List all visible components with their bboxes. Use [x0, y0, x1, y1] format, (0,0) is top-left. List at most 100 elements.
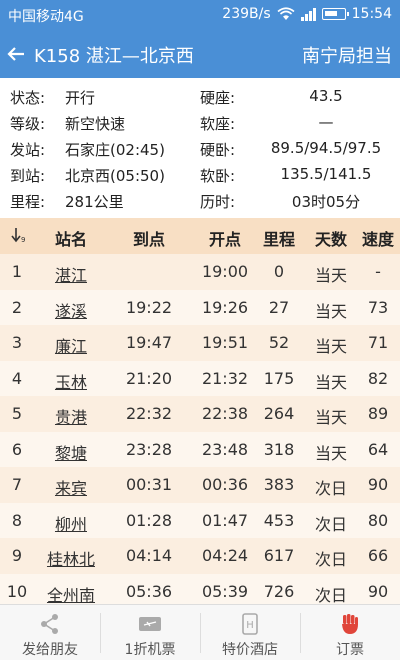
- table-row[interactable]: 1 湛江 19:00 0 当天 -: [0, 254, 400, 290]
- info-row: 状态: 开行 硬座: 43.5: [0, 84, 400, 108]
- col-speed: 速度: [361, 230, 394, 249]
- distance: 264: [263, 404, 295, 423]
- svg-text:9: 9: [21, 236, 25, 244]
- tab-booking[interactable]: 订票: [300, 605, 400, 660]
- table-row[interactable]: 3 廉江 19:47 19:51 52 当天 71: [0, 325, 400, 361]
- info-value: 北京西(05:50): [65, 167, 165, 185]
- station-link[interactable]: 玉林: [40, 369, 102, 393]
- day: 当天: [314, 301, 347, 321]
- distance: 726: [263, 581, 295, 601]
- page-title: K158 湛江—北京西: [34, 46, 194, 67]
- hotel-icon: H: [242, 613, 258, 635]
- row-index: 9: [11, 546, 23, 565]
- col-day: 天数: [314, 230, 347, 249]
- speed: 66: [367, 546, 389, 565]
- table-row[interactable]: 2 遂溪 19:22 19:26 27 当天 73: [0, 289, 400, 325]
- info-row: 到站: 北京西(05:50) 软卧: 135.5/141.5: [0, 162, 400, 186]
- day: 次日: [314, 585, 347, 605]
- col-arrive: 到点: [132, 230, 165, 249]
- network-speed: 239B/s: [222, 6, 271, 22]
- carrier-label: 中国移动4G: [8, 9, 84, 25]
- table-row[interactable]: 9 桂林北 04:14 04:24 617 次日 66: [0, 538, 400, 574]
- row-index: 7: [11, 475, 23, 494]
- tab-hotel[interactable]: H 特价酒店: [200, 605, 300, 660]
- nav-bar: K158 湛江—北京西 南宁局担当: [0, 30, 400, 78]
- tab-flight[interactable]: 1折机票: [100, 605, 200, 660]
- station-link[interactable]: 桂林北: [40, 546, 102, 570]
- speed: 73: [367, 297, 389, 317]
- station-link[interactable]: 遂溪: [40, 298, 102, 322]
- row-index: 5: [11, 404, 23, 423]
- speed: 89: [367, 404, 389, 423]
- share-icon: [41, 614, 58, 634]
- sort-icon[interactable]: 9: [10, 226, 30, 248]
- distance: 453: [263, 510, 295, 530]
- depart-time: 19:51: [201, 333, 249, 352]
- station-link[interactable]: 贵港: [40, 404, 102, 428]
- col-station: 站名: [54, 230, 87, 249]
- signal-icon: [300, 7, 316, 21]
- day: 次日: [314, 514, 347, 534]
- day: 当天: [314, 443, 347, 463]
- station-link[interactable]: 黎塘: [40, 440, 102, 464]
- info-key: 发站:: [10, 141, 46, 159]
- row-index: 1: [11, 262, 23, 281]
- distance: 52: [268, 333, 290, 352]
- info-key: 到站:: [10, 167, 46, 185]
- depart-time: 21:32: [201, 368, 249, 388]
- col-depart: 开点: [208, 230, 241, 249]
- day: 次日: [314, 479, 347, 498]
- fist-icon: [342, 614, 358, 634]
- speed: 80: [367, 510, 389, 530]
- info-key: 硬卧:: [200, 141, 236, 159]
- station-link[interactable]: 湛江: [40, 262, 102, 286]
- status-right: 239B/s 15:54: [222, 6, 392, 22]
- day: 当天: [314, 337, 347, 356]
- tab-label: 1折机票: [124, 642, 176, 658]
- row-index: 4: [11, 368, 23, 388]
- depart-time: 19:26: [201, 297, 249, 317]
- info-row: 里程: 281公里 历时: 03时05分: [0, 188, 400, 212]
- battery-icon: [321, 8, 349, 20]
- station-link[interactable]: 廉江: [40, 333, 102, 357]
- station-link[interactable]: 全州南: [40, 582, 102, 605]
- tab-label: 订票: [336, 642, 364, 658]
- arrive-time: 04:14: [125, 546, 173, 565]
- bureau-label: 南宁局担当: [302, 46, 392, 67]
- info-key: 软座:: [200, 115, 236, 133]
- col-distance: 里程: [262, 230, 295, 249]
- speed: 90: [367, 475, 389, 494]
- row-index: 10: [6, 581, 28, 601]
- svg-text:H: H: [246, 620, 254, 631]
- tab-share[interactable]: 发给朋友: [0, 605, 100, 660]
- table-row[interactable]: 4 玉林 21:20 21:32 175 当天 82: [0, 360, 400, 396]
- speed: -: [375, 262, 381, 281]
- day: 次日: [314, 550, 347, 569]
- info-value: 89.5/94.5/97.5: [270, 139, 382, 157]
- table-row[interactable]: 7 来宾 00:31 00:36 383 次日 90: [0, 467, 400, 503]
- station-link[interactable]: 来宾: [40, 475, 102, 499]
- info-key: 历时:: [200, 193, 236, 211]
- back-button[interactable]: [6, 38, 28, 68]
- distance: 175: [263, 368, 295, 388]
- station-link[interactable]: 柳州: [40, 511, 102, 535]
- status-bar: 中国移动4G 239B/s 15:54: [0, 0, 400, 30]
- info-key: 状态:: [10, 89, 46, 107]
- info-value: 03时05分: [291, 193, 361, 211]
- distance: 0: [273, 262, 285, 281]
- day: 当天: [314, 372, 347, 392]
- arrive-time: 23:28: [125, 439, 173, 459]
- table-row[interactable]: 8 柳州 01:28 01:47 453 次日 80: [0, 502, 400, 538]
- table-row[interactable]: 6 黎塘 23:28 23:48 318 当天 64: [0, 431, 400, 467]
- train-info: 状态: 开行 硬座: 43.5 等级: 新空快速 软座: — 发站: 石家庄(0…: [0, 78, 400, 218]
- table-row[interactable]: 5 贵港 22:32 22:38 264 当天 89: [0, 396, 400, 432]
- day: 当天: [314, 408, 347, 427]
- depart-time: 05:39: [201, 581, 249, 601]
- depart-time: 22:38: [201, 404, 249, 423]
- info-key: 等级:: [10, 115, 46, 133]
- table-row[interactable]: 10 全州南 05:36 05:39 726 次日 90: [0, 573, 400, 605]
- speed: 64: [367, 439, 389, 459]
- row-index: 6: [11, 439, 23, 459]
- depart-time: 23:48: [201, 439, 249, 459]
- info-value: —: [318, 113, 334, 131]
